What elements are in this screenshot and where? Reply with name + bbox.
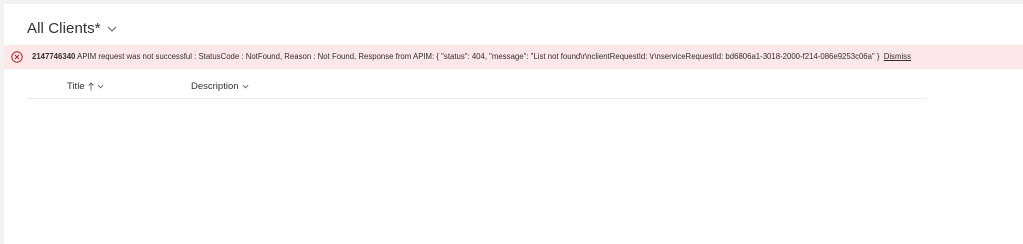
error-message: APIM request was not successful : Status… xyxy=(77,52,880,61)
dismiss-link[interactable]: Dismiss xyxy=(884,52,911,61)
chevron-down-icon xyxy=(97,84,104,89)
chevron-down-icon xyxy=(107,26,117,32)
column-header-title[interactable]: Title xyxy=(67,74,104,98)
list-column-headers: Title Description xyxy=(27,74,926,99)
arrow-up-icon xyxy=(87,81,94,91)
column-header-description[interactable]: Description xyxy=(191,74,249,98)
view-title: All Clients* xyxy=(27,19,101,37)
list-view-panel: All Clients* 2147746340 APIM request was… xyxy=(4,4,1023,244)
error-code: 2147746340 xyxy=(32,52,76,61)
column-header-label: Title xyxy=(67,80,85,92)
error-message-bar: 2147746340 APIM request was not successf… xyxy=(4,45,1023,69)
view-selector[interactable]: All Clients* xyxy=(27,16,117,40)
chevron-down-icon xyxy=(242,84,249,89)
error-text: 2147746340 APIM request was not successf… xyxy=(32,50,911,64)
error-circle-icon xyxy=(11,51,23,63)
column-header-label: Description xyxy=(191,80,239,92)
